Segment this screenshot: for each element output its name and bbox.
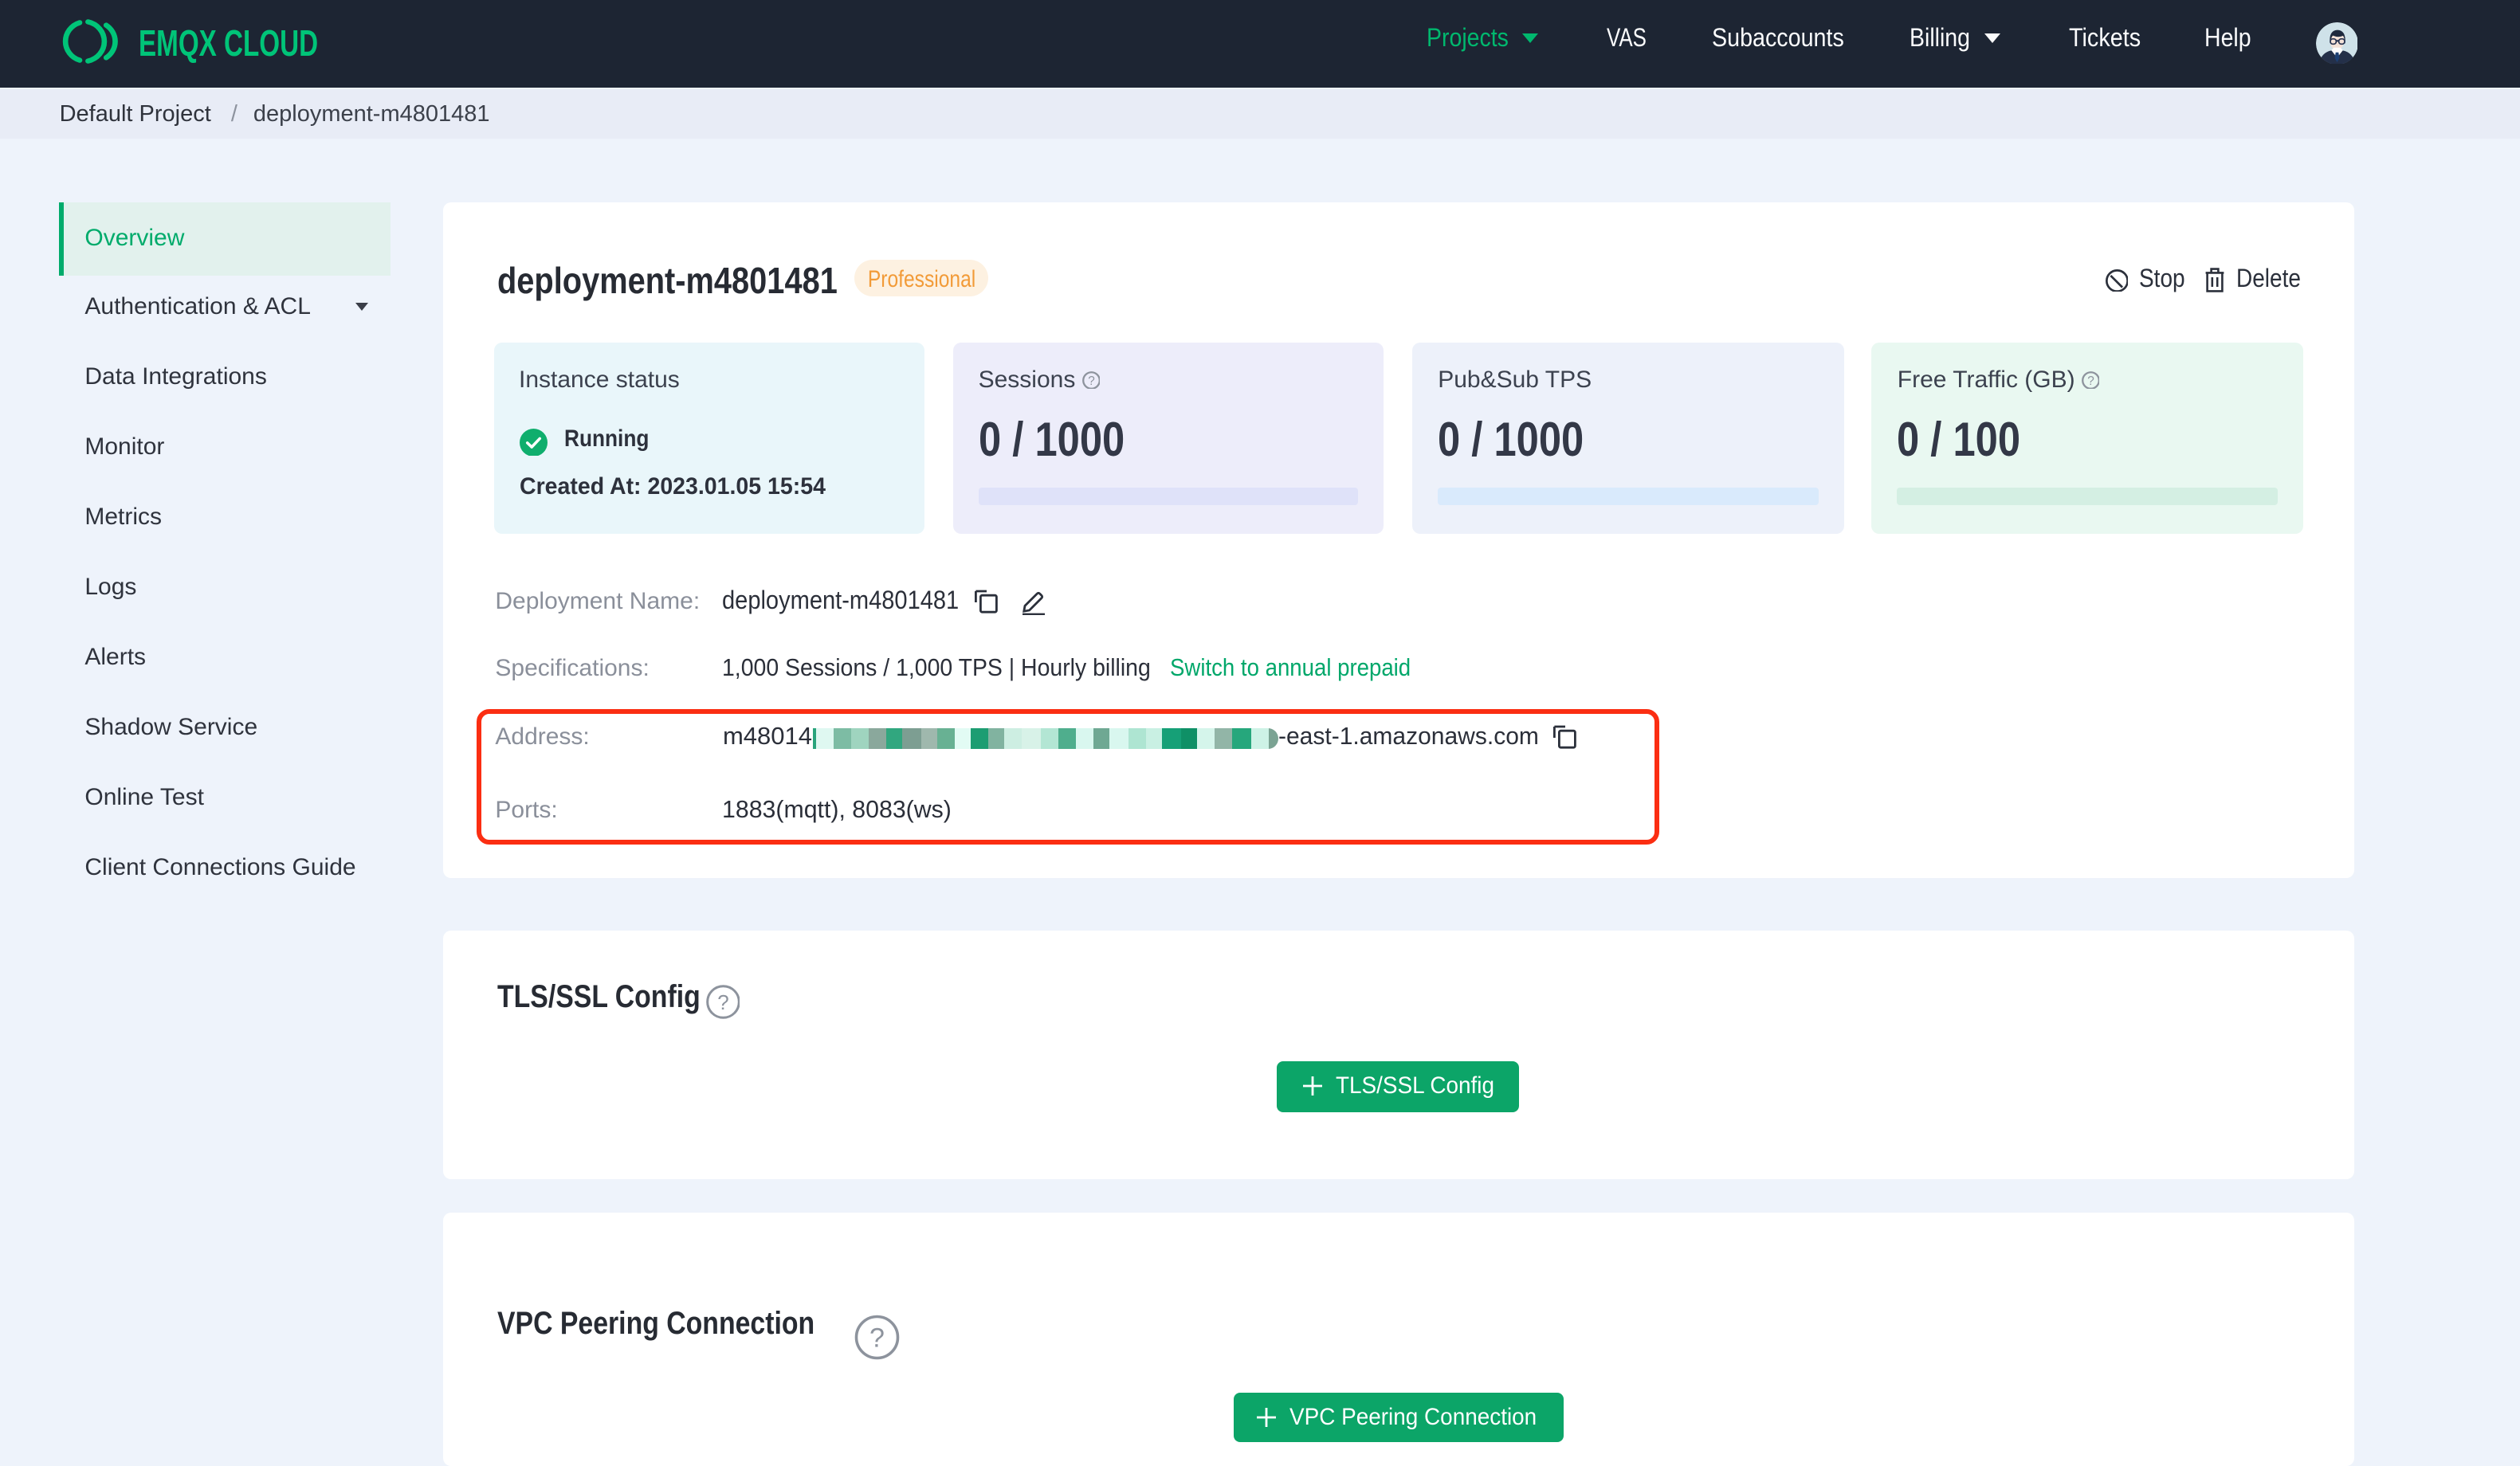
svg-text:?: ? bbox=[2087, 374, 2094, 387]
svg-text:?: ? bbox=[716, 990, 728, 1014]
svg-text:?: ? bbox=[870, 1323, 885, 1354]
svg-text:?: ? bbox=[1088, 374, 1095, 387]
